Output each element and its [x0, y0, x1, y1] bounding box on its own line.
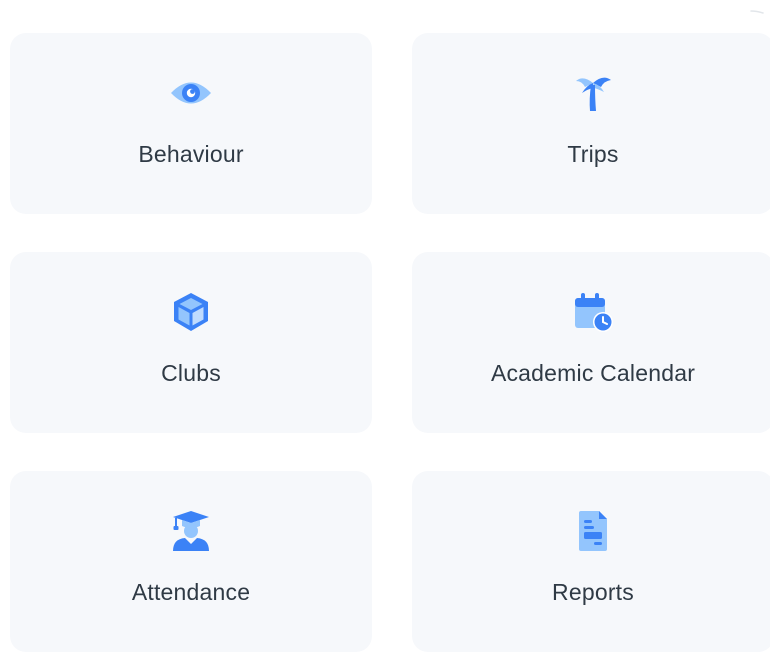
tile-label: Trips	[567, 141, 619, 167]
eye-icon	[169, 71, 213, 115]
tile-label: Attendance	[131, 579, 251, 605]
tile-academic-calendar[interactable]: Academic Calendar	[412, 252, 770, 433]
palm-tree-icon	[571, 71, 615, 115]
tile-label: Behaviour	[138, 141, 244, 167]
calendar-clock-icon	[571, 290, 615, 334]
tile-trips[interactable]: Trips	[412, 33, 770, 214]
document-icon	[571, 509, 615, 553]
tile-label: Reports	[552, 579, 634, 605]
tile-attendance[interactable]: Attendance	[10, 471, 372, 652]
tile-clubs[interactable]: Clubs	[10, 252, 372, 433]
tile-reports[interactable]: Reports	[412, 471, 770, 652]
graduate-icon	[169, 509, 213, 553]
menu-grid: Behaviour Trips Clubs Academic Calendar …	[10, 33, 770, 652]
cube-icon	[169, 290, 213, 334]
corner-decoration	[750, 10, 764, 14]
tile-label: Academic Calendar	[490, 360, 696, 386]
tile-label: Clubs	[161, 360, 221, 386]
tile-behaviour[interactable]: Behaviour	[10, 33, 372, 214]
